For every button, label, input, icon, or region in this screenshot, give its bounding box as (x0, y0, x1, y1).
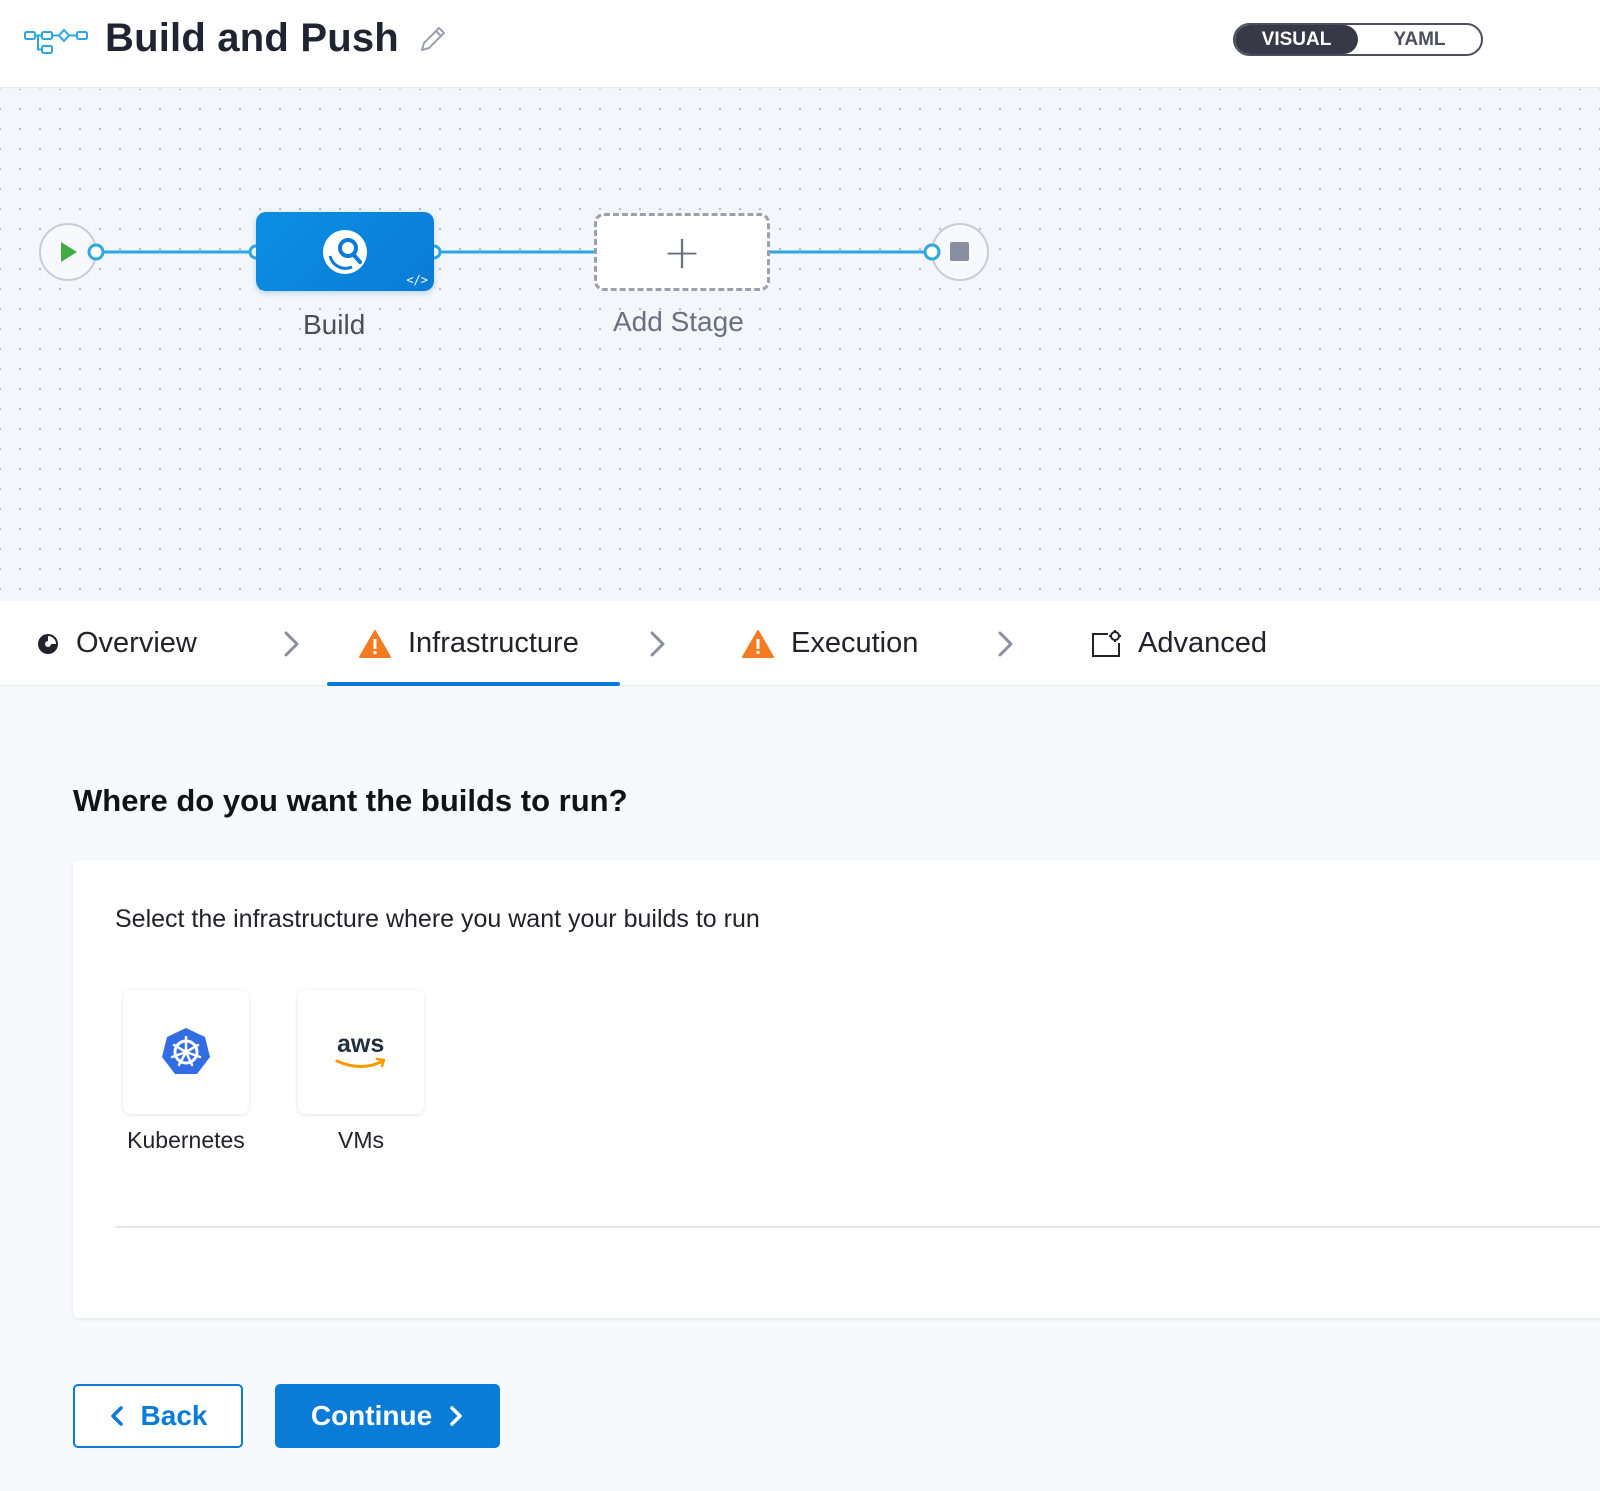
card-divider (115, 1226, 1600, 1228)
port-start-out (87, 243, 105, 261)
vms-option-label: VMs (338, 1127, 384, 1153)
chevron-right-icon (284, 631, 299, 657)
chevron-left-icon (110, 1406, 123, 1426)
kubernetes-option[interactable] (123, 990, 249, 1114)
active-tab-indicator (327, 682, 620, 686)
back-button-label: Back (140, 1400, 208, 1431)
visual-toggle-option[interactable]: VISUAL (1235, 25, 1358, 54)
chevron-right-icon (998, 631, 1013, 657)
aws-logo-text: aws (337, 1030, 385, 1058)
warning-icon (742, 629, 774, 658)
view-mode-toggle[interactable]: VISUAL YAML (1233, 23, 1483, 56)
stop-icon (950, 242, 969, 261)
tab-execution[interactable]: Execution (741, 601, 918, 686)
warning-icon (359, 629, 391, 658)
pie-chart-icon (38, 633, 58, 654)
tab-advanced[interactable]: Advanced (1090, 601, 1267, 686)
chevron-right-icon (650, 631, 665, 657)
vms-option[interactable]: aws (298, 990, 424, 1114)
pipeline-canvas[interactable]: </> Build + Add Stage (0, 89, 1600, 601)
tab-infrastructure-label: Infrastructure (408, 627, 579, 659)
build-stage-node[interactable]: </> (256, 212, 434, 291)
pipeline-header: Build and Push VISUAL YAML (0, 0, 1600, 88)
chevron-right-icon (450, 1406, 462, 1426)
tab-execution-label: Execution (791, 627, 919, 659)
infrastructure-description: Select the infrastructure where you want… (115, 905, 760, 933)
tab-overview[interactable]: Overview (36, 601, 197, 686)
tab-infrastructure[interactable]: Infrastructure (358, 601, 579, 686)
add-stage-label: Add Stage (613, 306, 744, 337)
continue-button-label: Continue (310, 1400, 433, 1431)
build-stage-label: Build (303, 309, 366, 340)
section-heading: Where do you want the builds to run? (73, 783, 628, 818)
continue-button[interactable]: Continue (275, 1384, 500, 1448)
aws-smile-icon (335, 1057, 386, 1068)
yaml-toggle-option[interactable]: YAML (1358, 25, 1481, 54)
kubernetes-option-label: Kubernetes (127, 1127, 245, 1153)
kubernetes-icon (162, 1028, 210, 1074)
tab-overview-label: Overview (76, 627, 197, 659)
ci-stage-icon (323, 230, 367, 274)
port-end-in (923, 243, 941, 261)
plus-icon: + (662, 225, 702, 279)
infrastructure-card: Select the infrastructure where you want… (73, 860, 1600, 1318)
stage-tabs: Overview Infrastructure Execution Advanc… (0, 601, 1600, 686)
yaml-code-icon: </> (406, 273, 428, 287)
aws-icon: aws (331, 1030, 391, 1074)
pipeline-icon (24, 28, 88, 54)
tab-advanced-label: Advanced (1138, 627, 1267, 659)
edit-pencil-icon[interactable] (416, 22, 450, 56)
add-stage-button[interactable]: + (594, 213, 770, 291)
back-button[interactable]: Back (73, 1384, 243, 1448)
advanced-settings-icon (1092, 629, 1121, 657)
page-title: Build and Push (105, 16, 399, 60)
pipeline-graph (39, 223, 989, 281)
